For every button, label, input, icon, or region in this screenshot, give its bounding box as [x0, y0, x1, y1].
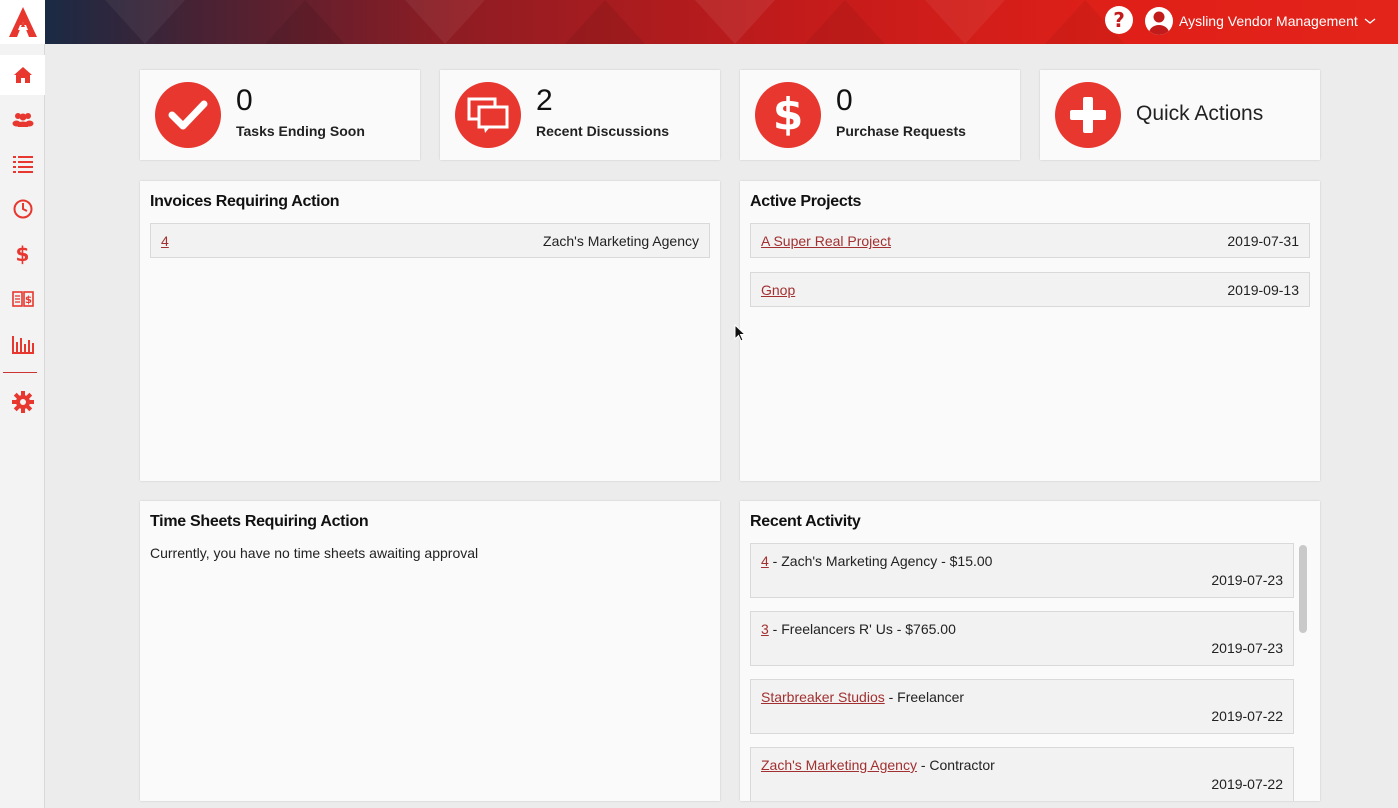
- invoice-vendor: Zach's Marketing Agency: [543, 233, 699, 249]
- nav-divider: [3, 372, 37, 373]
- nav-home[interactable]: [0, 55, 45, 95]
- checkmark-icon: [155, 82, 221, 148]
- activity-item: Zach's Marketing Agency - Contractor 201…: [750, 747, 1294, 801]
- activity-title: Recent Activity: [750, 513, 861, 530]
- sidebar: $ $: [0, 0, 45, 808]
- activity-date: 2019-07-22: [1211, 776, 1283, 792]
- activity-link[interactable]: 4: [761, 553, 769, 569]
- chevron-down-icon: [1364, 14, 1376, 28]
- user-avatar-icon: [1145, 7, 1173, 35]
- project-row: Gnop 2019-09-13: [750, 272, 1310, 307]
- bar-chart-icon: [11, 336, 34, 354]
- dollar-icon: $: [15, 242, 30, 266]
- activity-text: - Freelancers R' Us - $765.00: [768, 621, 956, 637]
- app-logo[interactable]: [0, 0, 45, 44]
- activity-text: - Freelancer: [884, 689, 965, 705]
- activity-item: Starbreaker Studios - Freelancer 2019-07…: [750, 679, 1294, 734]
- project-link[interactable]: Gnop: [761, 282, 795, 298]
- svg-text:$: $: [25, 295, 32, 306]
- activity-link[interactable]: 3: [761, 621, 769, 637]
- help-button[interactable]: ?: [1105, 6, 1133, 34]
- clock-icon: [13, 199, 32, 219]
- project-row: A Super Real Project 2019-07-31: [750, 223, 1310, 258]
- quick-actions-button[interactable]: Quick Actions: [1040, 70, 1320, 160]
- logo-icon: [8, 7, 37, 37]
- stat-card-discussions[interactable]: 2 Recent Discussions: [440, 70, 720, 160]
- timesheets-panel: Time Sheets Requiring Action Currently, …: [140, 501, 720, 801]
- invoices-title: Invoices Requiring Action: [150, 193, 340, 210]
- invoice-row: 4 Zach's Marketing Agency: [150, 223, 710, 258]
- dollar-sign-icon: $: [755, 82, 821, 148]
- activity-date: 2019-07-22: [1211, 708, 1283, 724]
- user-menu[interactable]: Aysling Vendor Management: [1145, 6, 1376, 36]
- invoices-panel: Invoices Requiring Action 4 Zach's Marke…: [140, 181, 720, 481]
- tasks-label: Tasks Ending Soon: [236, 123, 365, 139]
- nav-reports[interactable]: [0, 324, 45, 364]
- timesheets-title: Time Sheets Requiring Action: [150, 513, 369, 530]
- nav-settings[interactable]: [0, 382, 45, 422]
- nav-billing[interactable]: $: [0, 234, 45, 274]
- nav-time[interactable]: [0, 189, 45, 229]
- project-date: 2019-07-31: [1227, 233, 1299, 249]
- users-icon: [12, 113, 33, 127]
- activity-item: 4 - Zach's Marketing Agency - $15.00 201…: [750, 543, 1294, 598]
- tasks-count: 0: [236, 84, 253, 117]
- plus-icon: [1055, 82, 1121, 148]
- nav-people[interactable]: [0, 99, 45, 139]
- discussions-count: 2: [536, 84, 553, 117]
- gear-icon: [11, 391, 34, 413]
- timesheets-empty-message: Currently, you have no time sheets await…: [150, 545, 479, 561]
- activity-text: - Zach's Marketing Agency - $15.00: [768, 553, 993, 569]
- invoice-icon: $: [11, 291, 34, 307]
- project-date: 2019-09-13: [1227, 282, 1299, 298]
- invoice-link[interactable]: 4: [161, 233, 169, 249]
- project-link[interactable]: A Super Real Project: [761, 233, 891, 249]
- quick-actions-label: Quick Actions: [1136, 102, 1264, 125]
- projects-title: Active Projects: [750, 193, 862, 210]
- nav-list[interactable]: [0, 144, 45, 184]
- activity-item: 3 - Freelancers R' Us - $765.00 2019-07-…: [750, 611, 1294, 666]
- stat-card-tasks[interactable]: 0 Tasks Ending Soon: [140, 70, 420, 160]
- top-header: ? Aysling Vendor Management: [45, 0, 1398, 44]
- purchases-count: 0: [836, 84, 853, 117]
- activity-link[interactable]: Zach's Marketing Agency: [761, 757, 917, 773]
- home-icon: [13, 67, 32, 83]
- activity-panel: Recent Activity 4 - Zach's Marketing Age…: [740, 501, 1320, 801]
- activity-date: 2019-07-23: [1211, 640, 1283, 656]
- question-mark-icon: ?: [1113, 8, 1125, 32]
- account-name: Aysling Vendor Management: [1179, 13, 1358, 29]
- activity-link[interactable]: Starbreaker Studios: [761, 689, 885, 705]
- projects-panel: Active Projects A Super Real Project 201…: [740, 181, 1320, 481]
- purchases-label: Purchase Requests: [836, 123, 966, 139]
- nav-invoices[interactable]: $: [0, 279, 45, 319]
- discussions-label: Recent Discussions: [536, 123, 670, 139]
- activity-date: 2019-07-23: [1211, 572, 1283, 588]
- activity-text: - Contractor: [916, 757, 995, 773]
- mouse-cursor-icon: [734, 324, 746, 342]
- chat-bubbles-icon: [455, 82, 521, 148]
- stat-card-purchases[interactable]: $ 0 Purchase Requests: [740, 70, 1020, 160]
- activity-scrollbar[interactable]: [1299, 545, 1307, 633]
- list-icon: [12, 156, 33, 173]
